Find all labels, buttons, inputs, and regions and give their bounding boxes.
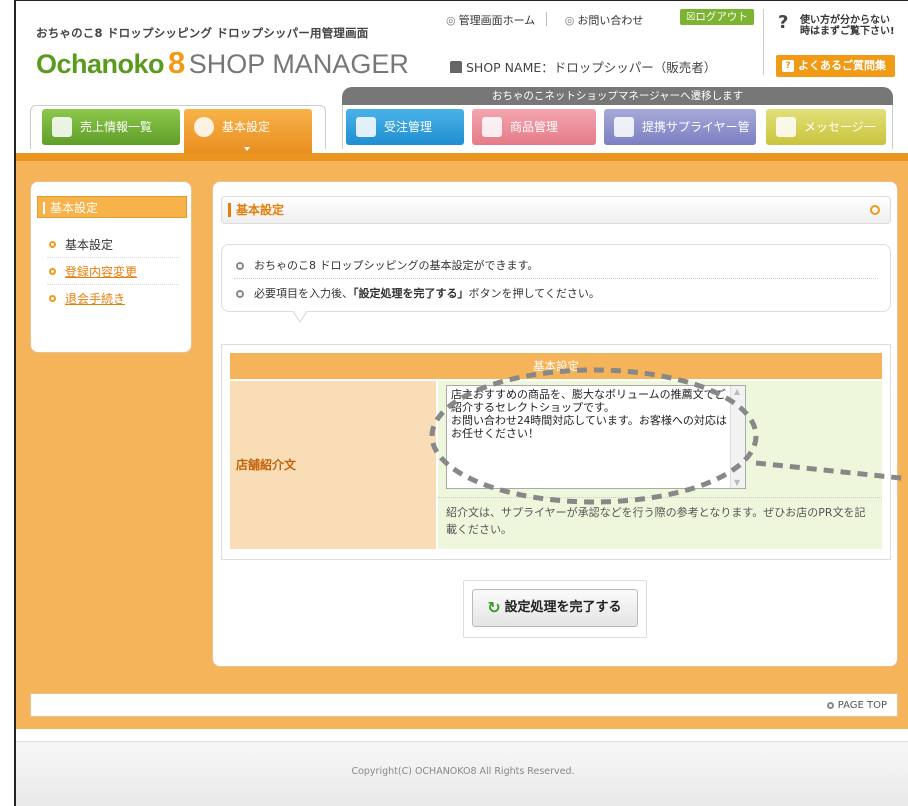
submit-button[interactable]: ↻ 設定処理を完了する [472,589,638,627]
tab-basic-settings[interactable]: 基本設定 [184,109,312,159]
copyright: Copyright(C) OCHANOKO8 All Rights Reserv… [351,766,575,777]
logo[interactable]: Ochanoko 8 SHOP MANAGER [36,45,409,81]
form-heading: 基本設定 [230,353,882,379]
help-line2: 時はまずご覧下さい! [800,26,895,37]
faq-button[interactable]: ? よくあるご質問集 [776,55,895,77]
settings-form: 基本設定 店舗紹介文 店主おすすめの商品を、膨大なボリュームの推薦文でご紹介する… [221,344,891,560]
submit-area: ↻ 設定処理を完了する [463,580,647,638]
scrollbar[interactable] [730,386,745,488]
info-line: おちゃのこ8 ドロップシッピングの基本設定ができます。 [234,253,878,279]
sidebar-item-edit[interactable]: 登録内容変更 [47,259,179,285]
header: おちゃのこ8 ドロップシッピング ドロップシッパー用管理画面 Ochanoko 8… [16,1,908,170]
logo-sub: SHOP MANAGER [188,49,409,79]
shop-name: SHOP NAME：ドロップシッパー（販売者） [450,57,716,76]
shop-intro-textarea[interactable]: 店主おすすめの商品を、膨大なボリュームの推薦文でご紹介するセレクトショップです。… [446,385,746,489]
chevron-down-icon [244,147,250,151]
box-icon [482,117,502,137]
bullet-icon [236,262,244,270]
tab-sales[interactable]: 売上情報一覧 [42,109,180,145]
envelope-icon [776,117,796,137]
tab-suppliers[interactable]: 提携サプライヤー管理 [604,109,756,170]
top-links: ◎ 管理画面ホーム ◎ お問い合わせ [446,12,655,28]
logo-main: Ochanoko [36,49,165,79]
logout-button[interactable]: ☒ログアウト [680,9,754,25]
app-frame: おちゃのこ8 ドロップシッピング ドロップシッパー用管理画面 Ochanoko 8… [14,0,908,806]
document-icon [52,117,72,137]
handshake-icon [614,117,634,137]
tab-messages[interactable]: メッセージ一覧 [766,109,886,170]
info-line: 必要項目を入力後、「設定処理を完了する」ボタンを押してください。 [234,281,878,307]
bullet-icon [49,268,56,275]
sidebar-item-basic[interactable]: 基本設定 [47,232,179,258]
sidebar-title: 基本設定 [37,196,187,218]
bullet-icon [236,290,244,298]
page-title: 基本設定 [221,196,891,224]
tab-products[interactable]: 商品管理 [472,109,596,145]
home-link[interactable]: ◎ 管理画面ホーム [446,14,541,27]
main-panel: 基本設定 おちゃのこ8 ドロップシッピングの基本設定ができます。 必要項目を入力… [212,181,898,667]
gear-icon [194,117,214,137]
question-icon: ? [782,60,794,72]
bullet-icon [49,241,56,248]
sidebar-item-withdraw[interactable]: 退会手続き [47,286,179,312]
bullet-icon [49,295,56,302]
logout-icon: ☒ [686,11,696,23]
page-top-link[interactable]: PAGE TOP [826,700,887,711]
circle-icon [870,205,880,215]
calculator-icon [356,117,376,137]
help-line1: 使い方が分からない [800,15,890,26]
sub-title: おちゃのこ8 ドロップシッピング ドロップシッパー用管理画面 [36,26,369,40]
refresh-icon: ↻ [487,598,501,617]
bullet-icon [826,702,834,709]
field-label: 店舗紹介文 [230,381,436,549]
info-box: おちゃのこ8 ドロップシッピングの基本設定ができます。 必要項目を入力後、「設定… [221,244,891,323]
bullet-icon: ◎ [564,14,575,27]
tab-orders[interactable]: 受注管理 [346,109,464,145]
divider [546,12,547,26]
footer: Copyright(C) OCHANOKO8 All Rights Reserv… [16,741,908,806]
page-top-bar: PAGE TOP [30,693,898,717]
field-cell: 店主おすすめの商品を、膨大なボリュームの推薦文でご紹介するセレクトショップです。… [438,381,882,549]
logo-eight: 8 [168,45,185,80]
speech-tail [293,310,307,321]
bullet-icon: ◎ [446,14,456,27]
sidebar: 基本設定 基本設定 登録内容変更 退会手続き [30,181,192,353]
network-bar[interactable]: おちゃのこネットショップマネージャーへ遷移します [342,87,893,105]
question-icon: ? [778,12,789,33]
divider [763,9,764,75]
field-note: 紹介文は、サプライヤーが承認などを行う際の参考となります。ぜひお店のPR文を記載… [438,497,882,545]
contact-link[interactable]: ◎ お問い合わせ [565,14,650,27]
shop-icon [450,61,462,73]
